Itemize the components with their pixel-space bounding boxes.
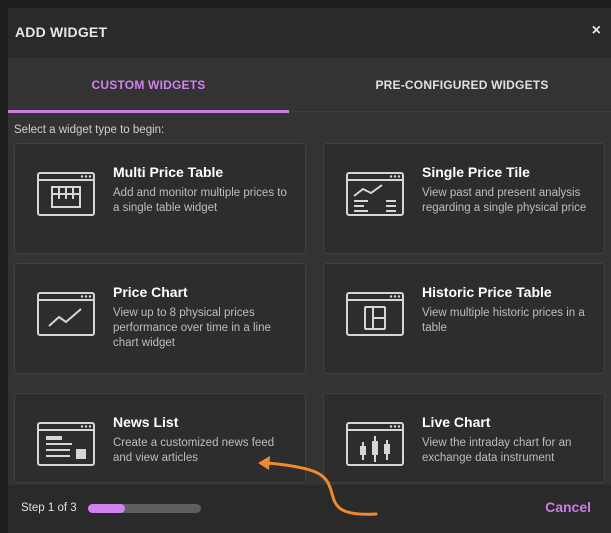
instruction-text: Select a widget type to begin:: [14, 124, 165, 136]
tab-preconfigured-widgets[interactable]: PRE-CONFIGURED WIDGETS: [313, 58, 611, 112]
dialog-footer: Step 1 of 3 Cancel: [8, 485, 611, 533]
widget-description: View past and present analysis regarding…: [422, 187, 587, 214]
candlestick-icon: [346, 422, 404, 466]
widget-card-news-list[interactable]: News List Create a customized news feed …: [14, 393, 306, 483]
widget-card-live-chart[interactable]: Live Chart View the intraday chart for a…: [323, 393, 605, 483]
cancel-button[interactable]: Cancel: [545, 499, 591, 515]
widget-card-price-chart[interactable]: Price Chart View up to 8 physical prices…: [14, 263, 306, 374]
widget-title: Historic Price Table: [422, 284, 552, 300]
widget-grid: Multi Price Table Add and monitor multip…: [8, 143, 611, 483]
news-icon: [37, 422, 95, 466]
tile-chart-icon: [346, 172, 404, 216]
dialog-header: ADD WIDGET ×: [8, 8, 611, 58]
add-widget-dialog: ADD WIDGET × CUSTOM WIDGETS PRE-CONFIGUR…: [8, 8, 611, 533]
widget-description: Add and monitor multiple prices to a sin…: [113, 187, 287, 214]
close-icon[interactable]: ×: [592, 22, 601, 40]
widget-title: Single Price Tile: [422, 164, 530, 180]
historic-table-icon: [346, 292, 404, 336]
widget-card-multi-price-table[interactable]: Multi Price Table Add and monitor multip…: [14, 143, 306, 254]
widget-description: View multiple historic prices in a table: [422, 307, 585, 334]
table-icon: [37, 172, 95, 216]
step-progress-bar: [88, 504, 201, 513]
dialog-title: ADD WIDGET: [15, 24, 108, 40]
widget-description: Create a customized news feed and view a…: [113, 437, 275, 464]
widget-description: View the intraday chart for an exchange …: [422, 437, 572, 464]
widget-title: Price Chart: [113, 284, 188, 300]
widget-tabs: CUSTOM WIDGETS PRE-CONFIGURED WIDGETS: [8, 58, 611, 113]
widget-card-historic-price-table[interactable]: Historic Price Table View multiple histo…: [323, 263, 605, 374]
step-indicator: Step 1 of 3: [21, 502, 77, 514]
step-progress-fill: [88, 504, 126, 513]
widget-title: Live Chart: [422, 414, 491, 430]
widget-card-single-price-tile[interactable]: Single Price Tile View past and present …: [323, 143, 605, 254]
tab-custom-widgets[interactable]: CUSTOM WIDGETS: [8, 58, 289, 113]
widget-title: News List: [113, 414, 179, 430]
line-chart-icon: [37, 292, 95, 336]
widget-title: Multi Price Table: [113, 164, 224, 180]
widget-description: View up to 8 physical prices performance…: [113, 307, 271, 349]
